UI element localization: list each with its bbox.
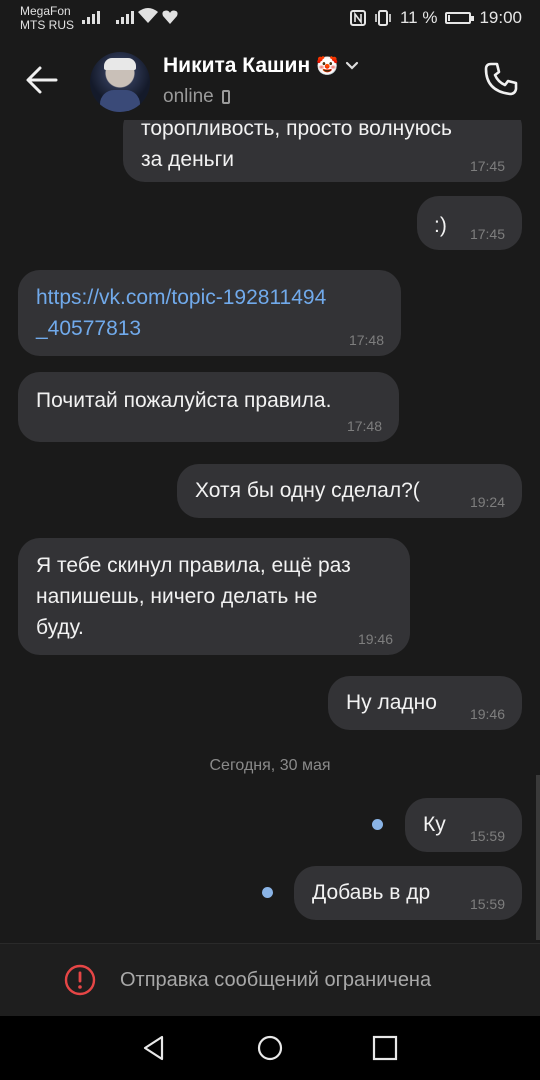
system-navbar xyxy=(0,1016,540,1080)
contact-status: online xyxy=(163,86,230,108)
carrier-1: MegaFon xyxy=(20,4,71,18)
message-text: напишешь, ничего делать не xyxy=(36,585,318,608)
message-time: 17:48 xyxy=(348,332,384,348)
status-right: 11 % 19:00 xyxy=(349,8,522,28)
message-bubble-outgoing[interactable]: :) 17:45 xyxy=(417,196,522,250)
signal-icon xyxy=(116,10,134,24)
contact-name: Никита Кашин xyxy=(163,54,311,77)
message-text: Я тебе скинул правила, ещё раз xyxy=(36,554,351,577)
mobile-phone-icon xyxy=(221,90,230,104)
message-link[interactable]: https://vk.com/topic-192811494 xyxy=(36,282,383,313)
restriction-text: Отправка сообщений ограничена xyxy=(120,969,432,991)
scrollbar[interactable] xyxy=(536,775,540,940)
message-bubble-outgoing[interactable]: Ну ладно 19:46 xyxy=(328,676,522,730)
online-status: online xyxy=(163,86,214,107)
vibrate-icon xyxy=(375,10,391,26)
battery-icon xyxy=(445,12,475,24)
message-bubble-incoming[interactable]: https://vk.com/topic-192811494 _40577813… xyxy=(18,270,401,356)
message-text: буду. xyxy=(36,616,84,639)
message-text: Хотя бы одну сделал?( xyxy=(195,479,420,502)
nav-recents-icon[interactable] xyxy=(371,1034,399,1062)
unread-dot xyxy=(372,819,383,830)
message-time: 17:48 xyxy=(346,418,382,434)
message-list[interactable]: торопливость, просто волнуюсь за деньги … xyxy=(0,120,540,942)
message-bubble-outgoing[interactable]: Ку 15:59 xyxy=(405,798,522,852)
restriction-banner: Отправка сообщений ограничена xyxy=(0,943,540,1017)
clown-emoji: 🤡 xyxy=(316,55,339,76)
avatar[interactable] xyxy=(90,52,150,112)
nav-home-icon[interactable] xyxy=(256,1034,284,1062)
message-bubble-outgoing[interactable]: торопливость, просто волнуюсь за деньги … xyxy=(123,120,522,182)
heart-icon xyxy=(162,10,178,24)
message-bubble-incoming[interactable]: Я тебе скинул правила, ещё раз напишешь,… xyxy=(18,538,410,655)
status-bar: MegaFon MTS RUS 11 % 19:00 xyxy=(0,0,540,40)
message-text: за деньги xyxy=(141,148,235,171)
battery-percent: 11 % xyxy=(399,8,438,27)
message-time: 17:45 xyxy=(469,226,505,242)
message-time: 15:59 xyxy=(469,896,505,912)
wifi-icon xyxy=(138,8,158,23)
warning-icon xyxy=(64,964,96,996)
back-arrow-icon[interactable] xyxy=(22,62,62,98)
message-link[interactable]: _40577813 xyxy=(36,313,383,344)
contact-title[interactable]: Никита Кашин 🤡 xyxy=(163,54,359,78)
call-icon[interactable] xyxy=(482,60,520,98)
message-text: торопливость, просто волнуюсь xyxy=(141,120,452,140)
message-time: 15:59 xyxy=(469,828,505,844)
unread-dot xyxy=(262,887,273,898)
message-bubble-outgoing[interactable]: Хотя бы одну сделал?( 19:24 xyxy=(177,464,522,518)
carrier-2: MTS RUS xyxy=(20,18,74,32)
message-bubble-incoming[interactable]: Почитай пожалуйста правила. 17:48 xyxy=(18,372,399,442)
signal-icon xyxy=(82,10,100,24)
message-bubble-outgoing[interactable]: Добавь в др 15:59 xyxy=(294,866,522,920)
chevron-down-icon xyxy=(345,61,358,70)
clock: 19:00 xyxy=(479,8,522,27)
date-separator: Сегодня, 30 мая xyxy=(209,757,331,774)
message-time: 19:46 xyxy=(357,631,393,647)
message-time: 17:45 xyxy=(469,158,505,174)
chat-header: Никита Кашин 🤡 online xyxy=(0,40,540,120)
carrier-labels: MegaFon MTS RUS xyxy=(20,4,74,32)
nfc-icon xyxy=(349,10,366,26)
message-text: Почитай пожалуйста правила. xyxy=(36,389,332,412)
message-time: 19:24 xyxy=(469,494,505,510)
message-time: 19:46 xyxy=(469,706,505,722)
nav-back-icon[interactable] xyxy=(140,1034,168,1062)
